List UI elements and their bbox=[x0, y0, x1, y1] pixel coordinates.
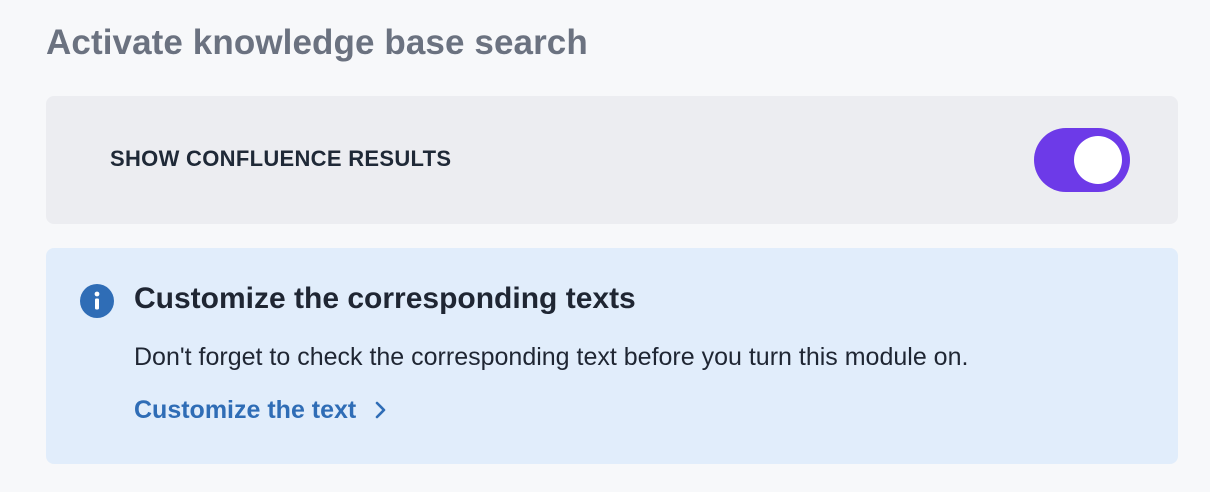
confluence-results-label: SHOW CONFLUENCE RESULTS bbox=[110, 146, 452, 171]
info-callout: Customize the corresponding texts Don't … bbox=[46, 248, 1178, 464]
info-title: Customize the corresponding texts bbox=[134, 282, 636, 315]
customize-text-link[interactable]: Customize the text bbox=[134, 395, 392, 425]
page-title: Activate knowledge base search bbox=[46, 23, 588, 62]
chevron-right-icon bbox=[375, 401, 386, 419]
customize-text-link-label: Customize the text bbox=[134, 396, 357, 424]
confluence-results-card: SHOW CONFLUENCE RESULTS bbox=[46, 96, 1178, 224]
info-icon bbox=[80, 284, 114, 318]
toggle-knob bbox=[1074, 136, 1122, 184]
confluence-results-toggle[interactable] bbox=[1034, 128, 1130, 192]
info-body: Don't forget to check the corresponding … bbox=[134, 343, 969, 371]
